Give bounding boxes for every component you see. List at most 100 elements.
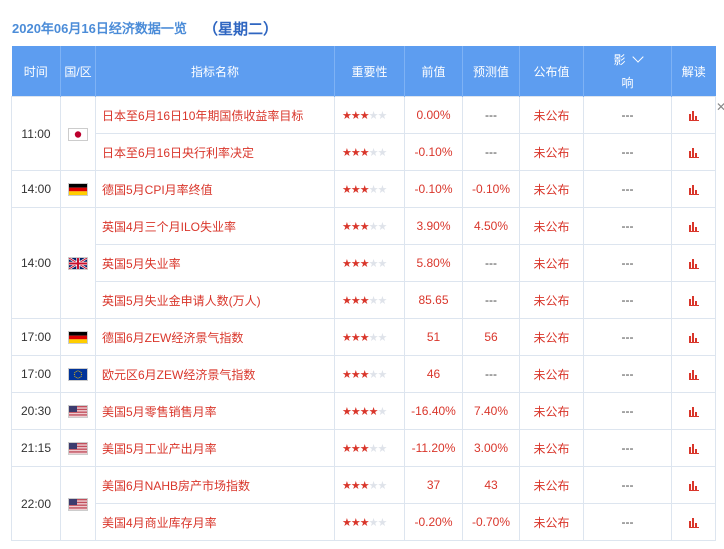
importance-stars: ★★★★★ <box>334 318 405 356</box>
chevron-down-icon[interactable] <box>631 51 644 63</box>
indicator-name[interactable]: 美国4月商业库存月率 <box>95 503 335 541</box>
indicator-name[interactable]: 英国4月三个月ILO失业率 <box>95 207 335 245</box>
col-impact[interactable]: 影 响 <box>583 46 672 97</box>
analysis-cell[interactable] <box>671 207 716 245</box>
table-row[interactable]: 14:00 德国5月CPI月率终值 ★★★★★ -0.10% -0.10% 未公布 --- <box>11 170 716 208</box>
impact-value: --- <box>583 429 672 467</box>
indicator-name[interactable]: 德国6月ZEW经济景气指数 <box>95 318 335 356</box>
analysis-cell[interactable] <box>671 244 716 282</box>
star-icon: ★ <box>359 406 370 418</box>
star-icon: ★ <box>342 221 352 233</box>
previous-value: 85.65 <box>404 281 463 319</box>
indicator-name[interactable]: 英国5月失业金申请人数(万人) <box>95 281 335 319</box>
star-icon: ★ <box>368 258 379 270</box>
col-actual: 公布值 <box>519 46 584 97</box>
star-icon: ★ <box>359 258 370 270</box>
star-icon: ★ <box>377 443 388 455</box>
germany-flag-icon <box>68 183 88 197</box>
table-row[interactable]: 21:15 美国5月工业产出月率 ★★★★★ -11.20% 3.00% 未公布 --- <box>11 429 716 467</box>
impact-value: --- <box>583 392 672 430</box>
bar-chart-icon[interactable] <box>688 259 699 270</box>
bar-chart-icon[interactable] <box>688 148 699 159</box>
table-row[interactable]: 17:00 德国6月ZEW经济景气指数 ★★★★★ 51 56 未公布 --- <box>11 318 716 356</box>
indicator-name[interactable]: 欧元区6月ZEW经济景气指数 <box>95 355 335 393</box>
star-icon: ★ <box>368 406 379 418</box>
star-icon: ★ <box>377 332 388 344</box>
indicator-name[interactable]: 美国5月零售销售月率 <box>95 392 335 430</box>
indicator-name[interactable]: 美国6月NAHB房产市场指数 <box>95 466 335 504</box>
table-row[interactable]: 17:00 欧元区6月ZEW经济景气指数 ★★★★★ 46 --- 未公布 --- <box>11 355 716 393</box>
table-row[interactable]: 11:00 日本至6月16日10年期国债收益率目标 ★★★★★ 0.00% --- 未公布… <box>11 96 716 171</box>
table-row[interactable]: 22:00 美国6月NAHB房产市场指数 ★★★★★ 37 43 未公布 --- <box>11 466 716 541</box>
star-icon: ★ <box>350 147 361 159</box>
star-icon: ★ <box>359 221 370 233</box>
close-icon[interactable]: ✕ <box>716 100 724 114</box>
star-icon: ★ <box>377 110 388 122</box>
previous-value: 46 <box>404 355 463 393</box>
actual-value: 未公布 <box>519 281 584 319</box>
star-icon: ★ <box>350 332 361 344</box>
indicator-name[interactable]: 日本至6月16日央行利率决定 <box>95 133 335 171</box>
indicator-name[interactable]: 英国5月失业率 <box>95 244 335 282</box>
analysis-cell[interactable] <box>671 133 716 171</box>
analysis-cell[interactable] <box>671 392 716 430</box>
analysis-cell[interactable] <box>671 318 716 356</box>
star-icon: ★ <box>359 480 370 492</box>
table-row[interactable]: 20:30 美国5月零售销售月率 ★★★★★ -16.40% 7.40% 未公布 --- <box>11 392 716 430</box>
actual-value: 未公布 <box>519 170 584 208</box>
analysis-cell[interactable] <box>671 503 716 541</box>
bar-chart-icon[interactable] <box>688 111 699 122</box>
table-row[interactable]: 英国5月失业率 ★★★★★ 5.80% --- 未公布 --- <box>12 244 716 282</box>
star-icon: ★ <box>350 184 361 196</box>
country-flag-cell <box>60 429 96 467</box>
star-icon: ★ <box>359 147 370 159</box>
star-icon: ★ <box>368 184 379 196</box>
star-icon: ★ <box>359 110 370 122</box>
analysis-cell[interactable] <box>671 96 716 134</box>
col-forecast: 预测值 <box>462 46 520 97</box>
bar-chart-icon[interactable] <box>688 518 699 529</box>
forecast-value: --- <box>462 96 520 134</box>
previous-value: -16.40% <box>404 392 463 430</box>
event-time: 21:15 <box>11 429 61 467</box>
analysis-cell[interactable] <box>671 429 716 467</box>
bar-chart-icon[interactable] <box>688 185 699 196</box>
event-time: 14:00 <box>11 170 61 208</box>
star-icon: ★ <box>342 110 352 122</box>
star-icon: ★ <box>377 258 388 270</box>
table-row[interactable]: 14:00 英国4月三个月ILO失业率 ★★★★★ 3.90% 4.50% 未公布 --- <box>11 207 716 319</box>
impact-value: --- <box>583 244 672 282</box>
table-row[interactable]: 日本至6月16日央行利率决定 ★★★★★ -0.10% --- 未公布 --- <box>12 133 716 171</box>
bar-chart-icon[interactable] <box>688 407 699 418</box>
star-icon: ★ <box>359 184 370 196</box>
table-row[interactable]: 美国4月商业库存月率 ★★★★★ -0.20% -0.70% 未公布 --- <box>12 503 716 541</box>
star-icon: ★ <box>342 258 352 270</box>
indicator-name[interactable]: 美国5月工业产出月率 <box>95 429 335 467</box>
bar-chart-icon[interactable] <box>688 296 699 307</box>
indicator-name[interactable]: 德国5月CPI月率终值 <box>95 170 335 208</box>
analysis-cell[interactable] <box>671 355 716 393</box>
us-flag-icon <box>68 405 88 419</box>
page-weekday: （星期二） <box>203 21 279 38</box>
table-row[interactable]: 英国5月失业金申请人数(万人) ★★★★★ 85.65 --- 未公布 --- <box>12 281 716 319</box>
bar-chart-icon[interactable] <box>688 481 699 492</box>
bar-chart-icon[interactable] <box>688 444 699 455</box>
analysis-cell[interactable] <box>671 170 716 208</box>
actual-value: 未公布 <box>519 244 584 282</box>
star-icon: ★ <box>377 221 388 233</box>
analysis-cell[interactable] <box>671 466 716 504</box>
bar-chart-icon[interactable] <box>688 222 699 233</box>
analysis-cell[interactable] <box>671 281 716 319</box>
country-flag-cell <box>60 355 96 393</box>
importance-stars: ★★★★★ <box>334 244 405 282</box>
actual-value: 未公布 <box>519 355 584 393</box>
col-analysis: 解读 <box>671 46 716 97</box>
star-icon: ★ <box>350 295 361 307</box>
country-flag-cell <box>60 466 96 541</box>
actual-value: 未公布 <box>519 503 584 541</box>
bar-chart-icon[interactable] <box>688 370 699 381</box>
indicator-name[interactable]: 日本至6月16日10年期国债收益率目标 <box>95 96 335 134</box>
star-icon: ★ <box>359 369 370 381</box>
bar-chart-icon[interactable] <box>688 333 699 344</box>
page-date: 2020年06月16日经济数据一览 <box>12 21 187 36</box>
